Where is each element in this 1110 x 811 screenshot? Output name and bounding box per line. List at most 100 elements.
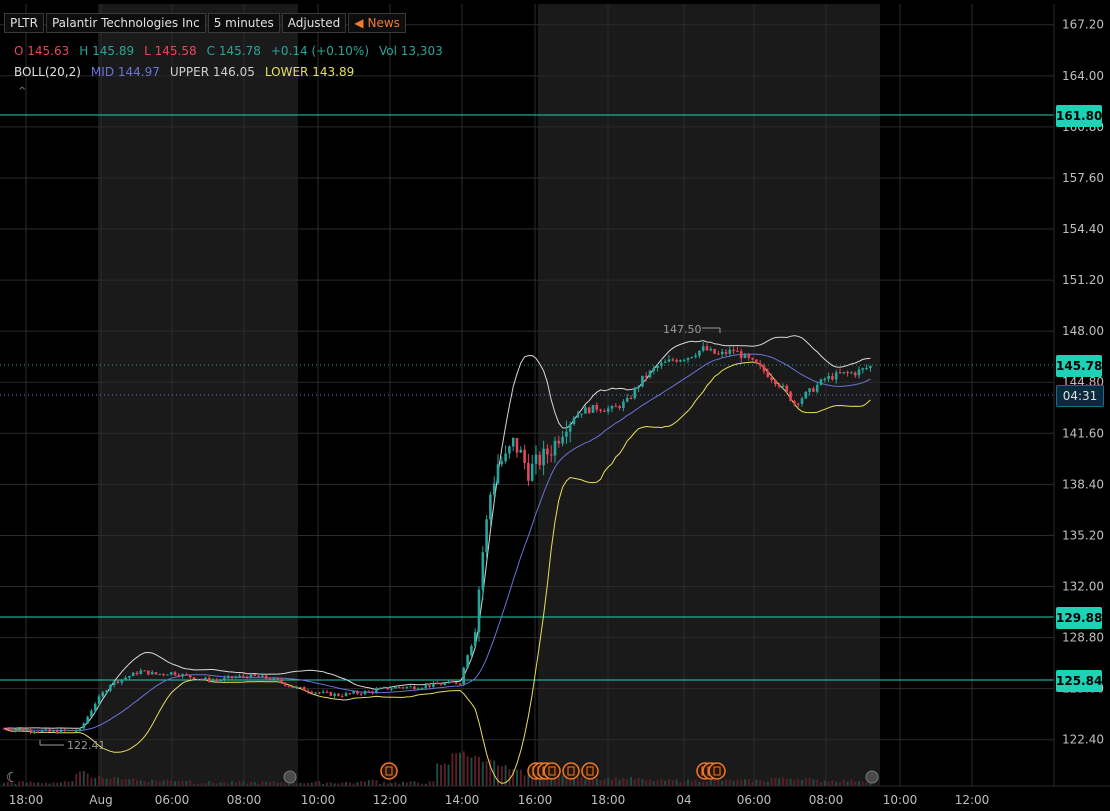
candle-up [344, 693, 348, 696]
volume-bar [67, 781, 70, 786]
news-event-icon[interactable] [543, 762, 561, 780]
candle-up [128, 676, 131, 678]
candle-down [732, 349, 735, 352]
candle-up [272, 678, 276, 681]
candle-down [793, 400, 796, 404]
candle-up [97, 696, 101, 704]
candle-up [823, 378, 827, 380]
candle-up [850, 372, 853, 374]
volume-bar [109, 779, 112, 786]
level-tag-125[interactable]: 125.84 [1056, 670, 1102, 692]
candle-up [131, 672, 135, 677]
candle-down [318, 692, 321, 694]
volume-bar [478, 756, 480, 786]
price-tick-label: 151.20 [1062, 273, 1104, 287]
candle-down [515, 437, 519, 453]
volume-bar [132, 778, 135, 786]
candle-down [675, 360, 678, 362]
volume-bar [618, 779, 621, 786]
volume-bar [831, 780, 834, 786]
candle-up [641, 375, 644, 387]
candle-up [656, 365, 659, 369]
volume-bar [656, 780, 659, 786]
volume-bar [82, 771, 85, 786]
candle-up [101, 692, 105, 697]
candle-down [276, 678, 279, 680]
candle-up [25, 729, 29, 731]
candle-down [135, 672, 139, 675]
candle-down [397, 686, 401, 688]
volume-bar [90, 777, 93, 786]
time-tick-label: 10:00 [301, 793, 336, 807]
volume-bar [744, 779, 746, 786]
candle-down [796, 403, 800, 405]
candle-up [869, 366, 872, 369]
candle-up [333, 693, 336, 696]
volume-bar [60, 782, 62, 786]
candle-down [71, 730, 74, 732]
low-value: L 145.58 [144, 44, 197, 58]
news-event-icon[interactable] [581, 762, 599, 780]
volume-bar [785, 778, 788, 786]
candle-down [523, 449, 526, 463]
volume-bar [151, 779, 154, 786]
candle-up [815, 384, 819, 392]
candle-down [2, 728, 6, 730]
candle-up [86, 716, 89, 724]
volume-bar [599, 779, 602, 786]
price-chart[interactable]: 167.20164.00160.80157.60154.40151.20148.… [0, 0, 1110, 811]
candle-down [192, 677, 196, 680]
candle-up [109, 684, 112, 691]
news-button[interactable]: ◀ News [348, 13, 406, 33]
time-axis[interactable]: 18:00 Aug 06:00 08:00 10:00 12:00 14:00 16:00 18… [9, 793, 990, 807]
volume-bar [702, 781, 705, 786]
candle-up [542, 448, 545, 466]
volume-bar [812, 779, 815, 786]
price-axis[interactable]: 167.20164.00160.80157.60154.40151.20148.… [1062, 18, 1104, 747]
volume-bar [75, 773, 78, 786]
candle-up [363, 691, 367, 695]
collapse-caret-icon[interactable]: ^ [18, 86, 26, 97]
volume-bar [310, 782, 313, 786]
news-event-icon[interactable] [562, 762, 580, 780]
scroll-handle-left-icon[interactable] [283, 770, 297, 784]
moon-icon[interactable]: ☾ [6, 770, 19, 786]
candle-up [211, 680, 215, 682]
volume-bar [360, 781, 363, 786]
volume-bar [633, 778, 636, 786]
candle-up [572, 417, 576, 425]
candle-up [139, 670, 143, 675]
symbol-label[interactable]: PLTR [4, 13, 44, 33]
level-tag-161[interactable]: 161.80 [1056, 105, 1102, 127]
volume-bar [44, 782, 47, 786]
level-tag-129[interactable]: 129.88 [1056, 607, 1102, 629]
candle-down [739, 351, 743, 359]
adjusted-toggle[interactable]: Adjusted [281, 13, 347, 33]
volume-bar [318, 781, 321, 786]
volume-bar [79, 771, 81, 786]
volume-bar [459, 752, 461, 786]
volume-bar [101, 777, 104, 786]
scroll-handle-right-icon[interactable] [865, 770, 879, 784]
candle-up [169, 672, 173, 675]
candle-countdown: 04:31 [1056, 385, 1104, 407]
candle-down [291, 686, 295, 688]
volume-bar [166, 779, 169, 786]
candle-up [553, 440, 557, 456]
candle-up [420, 687, 424, 689]
candle-down [257, 675, 260, 677]
news-event-icon[interactable] [380, 762, 398, 780]
interval-selector[interactable]: 5 minutes [207, 13, 280, 33]
candle-up [800, 398, 804, 404]
bollinger-legend[interactable]: BOLL(20,2) MID 144.97 UPPER 146.05 LOWER… [14, 65, 354, 79]
volume-bar [763, 781, 765, 786]
candle-down [340, 695, 344, 697]
time-tick-label: 12:00 [955, 793, 990, 807]
news-event-icon[interactable] [708, 762, 726, 780]
low-marker: 122.41 [39, 739, 106, 752]
volume-bar [481, 761, 484, 786]
candle-down [527, 462, 530, 481]
candle-down [587, 407, 591, 413]
candle-down [21, 728, 25, 731]
volume-bar [443, 763, 446, 786]
